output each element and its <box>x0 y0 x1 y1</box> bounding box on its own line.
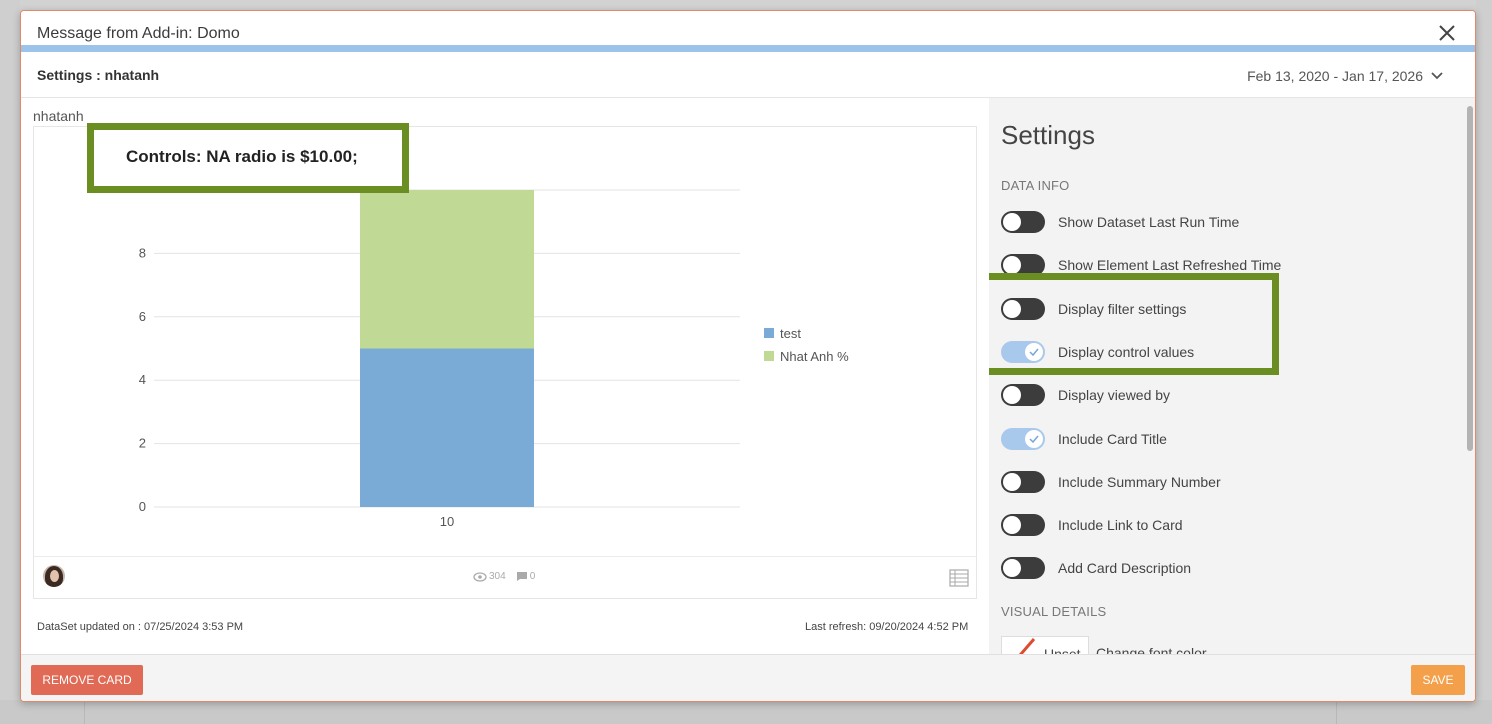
y-tick-label: 2 <box>139 436 146 451</box>
toggle-switch-on[interactable] <box>1001 427 1045 450</box>
comments-count: 0 <box>529 571 536 582</box>
toggle-switch-on[interactable] <box>1001 340 1045 363</box>
remove-card-button[interactable]: REMOVE CARD <box>31 665 143 695</box>
visual-details-label: VISUAL DETAILS <box>1001 604 1107 619</box>
card-stats: 304 0 <box>473 571 535 582</box>
toggle-label: Show Element Last Refreshed Time <box>1058 257 1282 274</box>
close-icon[interactable] <box>1435 21 1459 45</box>
toggle-knob <box>1025 342 1043 361</box>
dialog-footer: REMOVE CARD SAVE <box>21 654 1475 701</box>
legend-swatch <box>764 351 774 361</box>
last-refresh: Last refresh: 09/20/2024 4:52 PM <box>805 621 969 633</box>
toggle-knob <box>1003 213 1021 231</box>
card-footer: 304 0 <box>33 556 977 599</box>
toggle-knob <box>1003 472 1021 491</box>
views-count: 304 <box>489 571 506 582</box>
legend-label: Nhat Anh % <box>780 349 849 364</box>
table-view-icon[interactable] <box>949 569 969 587</box>
toggle-switch-off[interactable] <box>1001 384 1045 407</box>
controls-callout: Controls: NA radio is $10.00; <box>87 123 409 193</box>
toggle-row[interactable]: Include Card Title <box>1001 426 1167 452</box>
toggle-row[interactable]: Show Dataset Last Run Time <box>1001 209 1239 235</box>
card-preview-panel: nhatanh 0 2 4 6 8 10 test Nhat Anh % Controls: … <box>21 98 989 654</box>
legend-label: test <box>780 326 801 341</box>
chevron-down-icon <box>1431 72 1443 80</box>
toggle-label: Include Link to Card <box>1058 517 1183 534</box>
bar-segment <box>360 190 534 349</box>
toggle-label: Display viewed by <box>1058 387 1171 404</box>
background-page-bottom <box>0 700 1492 724</box>
toggle-label: Show Dataset Last Run Time <box>1058 214 1240 230</box>
toggle-row[interactable]: Display control values <box>1001 339 1194 365</box>
toggle-switch-off[interactable] <box>1001 211 1045 233</box>
dialog-titlebar: Message from Add-in: Domo <box>21 11 1475 45</box>
dialog-accent-bar <box>21 45 1475 52</box>
toggle-switch-off[interactable] <box>1001 557 1045 580</box>
x-tick-label: 10 <box>440 514 454 529</box>
toggle-label: Display filter settings <box>1058 300 1187 317</box>
card-name: nhatanh <box>33 108 84 124</box>
no-color-icon <box>1019 638 1036 654</box>
background-page-left <box>0 0 20 724</box>
dialog-title: Message from Add-in: Domo <box>37 25 240 42</box>
scrollbar[interactable] <box>1467 106 1473 451</box>
y-tick-label: 6 <box>139 309 146 324</box>
addin-dialog: Message from Add-in: Domo Settings : nha… <box>20 10 1476 702</box>
y-tick-label: 0 <box>139 499 146 514</box>
date-range-label: Feb 13, 2020 - Jan 17, 2026 <box>1247 68 1423 84</box>
toggle-knob <box>1025 429 1043 448</box>
controls-text: Controls: NA radio is $10.00; <box>126 147 358 166</box>
check-icon <box>1029 348 1039 356</box>
toggle-switch-off[interactable] <box>1001 297 1045 320</box>
font-color-label: Change font color <box>1096 645 1207 654</box>
toggle-knob <box>1003 386 1021 405</box>
check-icon <box>1029 435 1039 443</box>
y-tick-label: 4 <box>139 372 146 387</box>
toggle-row[interactable]: Include Summary Number <box>1001 469 1221 495</box>
date-range-selector[interactable]: Feb 13, 2020 - Jan 17, 2026 <box>1247 68 1443 84</box>
toggle-knob <box>1003 516 1021 535</box>
avatar[interactable] <box>43 565 65 587</box>
eye-icon <box>473 571 487 582</box>
toggle-knob <box>1003 559 1021 578</box>
toggle-switch-off[interactable] <box>1001 514 1045 537</box>
toggle-row[interactable]: Show Element Last Refreshed Time <box>1001 252 1281 278</box>
legend-swatch <box>764 328 774 338</box>
dataset-updated: DataSet updated on : 07/25/2024 3:53 PM <box>37 621 244 633</box>
toggle-switch-off[interactable] <box>1001 254 1045 277</box>
background-page-right <box>1476 0 1492 724</box>
toggle-row[interactable]: Add Card Description <box>1001 555 1191 581</box>
settings-title: Settings : nhatanh <box>37 67 160 83</box>
unset-label: Unset <box>1044 646 1081 654</box>
toggle-label: Include Summary Number <box>1058 473 1221 490</box>
card-box: 0 2 4 6 8 10 test Nhat Anh % <box>33 126 977 599</box>
toggle-row[interactable]: Include Link to Card <box>1001 512 1183 538</box>
toggle-row[interactable]: Display filter settings <box>1001 296 1186 322</box>
unset-color-button[interactable]: Unset <box>1001 636 1089 654</box>
toggle-label: Display control values <box>1058 343 1195 360</box>
toggle-label: Include Card Title <box>1058 430 1167 447</box>
toggle-switch-off[interactable] <box>1001 470 1045 493</box>
toggle-knob <box>1003 299 1021 318</box>
toggle-knob <box>1003 256 1021 275</box>
settings-panel: Settings DATA INFO Show Dataset Last Run… <box>989 98 1475 654</box>
bar-segment <box>360 348 534 507</box>
comment-icon[interactable] <box>516 571 528 582</box>
toggle-label: Add Card Description <box>1058 560 1192 577</box>
save-button[interactable]: SAVE <box>1411 665 1465 695</box>
y-tick-label: 8 <box>139 245 146 260</box>
settings-heading: Settings <box>1001 120 1095 150</box>
font-color-row: Unset Change font color <box>1001 636 1207 654</box>
data-info-label: DATA INFO <box>1001 178 1070 193</box>
settings-header: Settings : nhatanh Feb 13, 2020 - Jan 17… <box>21 52 1475 98</box>
toggle-row[interactable]: Display viewed by <box>1001 382 1170 408</box>
